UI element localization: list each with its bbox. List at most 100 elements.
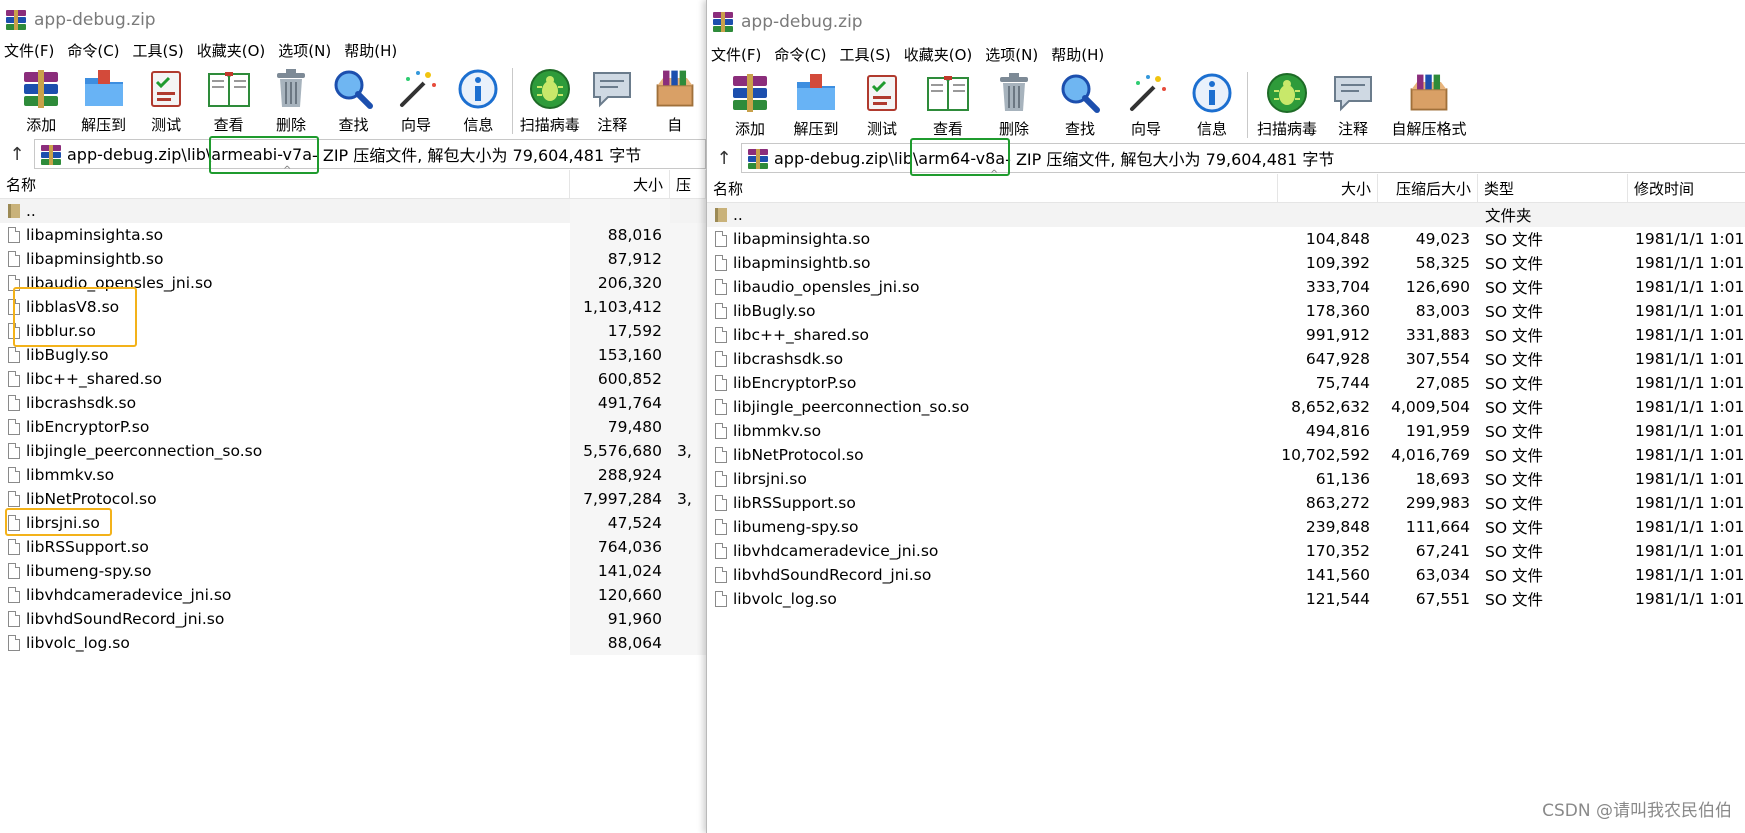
file-row[interactable]: libaudio_opensles_jni.so 206,320 — [0, 271, 706, 295]
file-row[interactable]: libc++_shared.so 991,912 331,883 SO 文件 1981/… — [707, 323, 1745, 347]
file-name: libumeng-spy.so — [733, 518, 859, 536]
file-row[interactable]: libEncryptorP.so 79,480 — [0, 415, 706, 439]
file-row[interactable]: libapminsightb.so 87,912 — [0, 247, 706, 271]
virus-scan-button[interactable]: 扫描病毒 — [1254, 70, 1320, 139]
file-packed-size — [670, 319, 706, 343]
file-row[interactable]: libcrashsdk.so 647,928 307,554 SO 文件 1981/1/… — [707, 347, 1745, 371]
file-packed-size — [670, 247, 706, 271]
file-row[interactable]: libblasV8.so 1,103,412 — [0, 295, 706, 319]
file-row[interactable]: libvhdSoundRecord_jni.so 91,960 — [0, 607, 706, 631]
file-row[interactable]: libvolc_log.so 88,064 — [0, 631, 706, 655]
file-row[interactable]: libcrashsdk.so 491,764 — [0, 391, 706, 415]
file-packed-size: 67,551 — [1415, 590, 1470, 608]
file-row[interactable]: libBugly.so 153,160 — [0, 343, 706, 367]
menu-favorites[interactable]: 收藏夹(O) — [197, 40, 266, 61]
virus-scan-icon — [1264, 70, 1310, 116]
file-packed-size — [670, 559, 706, 583]
file-row[interactable]: libapminsightb.so 109,392 58,325 SO 文件 1981/… — [707, 251, 1745, 275]
delete-button[interactable]: 删除 — [981, 70, 1047, 139]
parent-folder-row[interactable]: .. — [0, 199, 706, 223]
extract-to-button[interactable]: 解压到 — [72, 66, 134, 135]
file-row[interactable]: libjingle_peerconnection_so.so 5,576,680 3… — [0, 439, 706, 463]
menu-favorites[interactable]: 收藏夹(O) — [904, 44, 973, 65]
file-row[interactable]: librsjni.so 61,136 18,693 SO 文件 1981/1/1 1:0… — [707, 467, 1745, 491]
info-button[interactable]: 信息 — [447, 66, 509, 135]
menu-tools[interactable]: 工具(S) — [840, 44, 891, 65]
column-header-size[interactable]: 大小 — [1278, 174, 1378, 202]
file-name: libvhdSoundRecord_jni.so — [26, 610, 225, 628]
parent-folder-label: .. — [733, 206, 743, 224]
column-header-packed[interactable]: 压缩后大小 — [1378, 174, 1478, 202]
extract-to-button[interactable]: 解压到 — [783, 70, 849, 139]
file-packed-size — [670, 631, 706, 655]
delete-button[interactable]: 删除 — [260, 66, 322, 135]
test-button[interactable]: 测试 — [849, 70, 915, 139]
file-packed-size: 4,009,504 — [1391, 398, 1470, 416]
menu-tools[interactable]: 工具(S) — [133, 40, 184, 61]
find-button[interactable]: 查找 — [1047, 70, 1113, 139]
add-button[interactable]: 添加 — [10, 66, 72, 135]
file-row[interactable]: libvhdcameradevice_jni.so 170,352 67,241 SO… — [707, 539, 1745, 563]
file-row[interactable]: libNetProtocol.so 10,702,592 4,016,769 SO 文… — [707, 443, 1745, 467]
file-row[interactable]: libvolc_log.so 121,544 67,551 SO 文件 1981/1/1… — [707, 587, 1745, 611]
toolbar: 添加 解压到 测试 查看 删除 查找 向导 信息 扫描病毒 注释 自 — [0, 60, 706, 138]
up-arrow-icon[interactable]: ↑ — [0, 144, 34, 165]
comment-button[interactable]: 注释 — [1320, 70, 1386, 139]
winrar-app-icon — [6, 10, 26, 30]
file-row[interactable]: libRSSupport.so 863,272 299,983 SO 文件 1981/1… — [707, 491, 1745, 515]
address-bar[interactable]: app-debug.zip\lib\ armeabi-v7a - ZIP 压缩文件… — [34, 139, 706, 169]
file-row[interactable]: libEncryptorP.so 75,744 27,085 SO 文件 1981/1/… — [707, 371, 1745, 395]
file-row[interactable]: libvhdSoundRecord_jni.so 141,560 63,034 SO … — [707, 563, 1745, 587]
file-row[interactable]: libvhdcameradevice_jni.so 120,660 — [0, 583, 706, 607]
file-row[interactable]: librsjni.so 47,524 — [0, 511, 706, 535]
file-row[interactable]: libblur.so 17,592 — [0, 319, 706, 343]
view-button[interactable]: 查看 — [915, 70, 981, 139]
file-size: 120,660 — [570, 583, 670, 607]
path-suffix: - ZIP 压缩文件, 解包大小为 79,604,481 字节 — [1005, 150, 1335, 169]
toolbar-button-label: 信息 — [463, 116, 494, 134]
menu-command[interactable]: 命令(C) — [774, 44, 826, 65]
menu-file[interactable]: 文件(F) — [4, 40, 54, 61]
file-row[interactable]: libumeng-spy.so 239,848 111,664 SO 文件 1981/1… — [707, 515, 1745, 539]
column-header-name[interactable]: 名称 — [707, 174, 1278, 202]
virus-scan-button[interactable]: 扫描病毒 — [519, 66, 581, 135]
sfx-button[interactable]: 自解压格式 — [1386, 70, 1472, 139]
file-row[interactable]: libc++_shared.so 600,852 — [0, 367, 706, 391]
parent-folder-row[interactable]: .. 文件夹 — [707, 203, 1745, 227]
column-header-size[interactable]: 大小 — [570, 170, 670, 198]
file-row[interactable]: libjingle_peerconnection_so.so 8,652,632 4… — [707, 395, 1745, 419]
test-button[interactable]: 测试 — [135, 66, 197, 135]
info-button[interactable]: 信息 — [1179, 70, 1245, 139]
menu-options[interactable]: 选项(N) — [278, 40, 331, 61]
file-row[interactable]: libRSSupport.so 764,036 — [0, 535, 706, 559]
file-row[interactable]: libBugly.so 178,360 83,003 SO 文件 1981/1/1 1:… — [707, 299, 1745, 323]
sfx-button[interactable]: 自 — [643, 66, 705, 135]
file-mtime: 1981/1/1 1:01 — [1635, 398, 1745, 416]
file-row[interactable]: libmmkv.so 494,816 191,959 SO 文件 1981/1/1 1:… — [707, 419, 1745, 443]
file-name: libBugly.so — [26, 346, 109, 364]
add-button[interactable]: 添加 — [717, 70, 783, 139]
wizard-button[interactable]: 向导 — [385, 66, 447, 135]
address-bar[interactable]: app-debug.zip\lib\ arm64-v8a - ZIP 压缩文件, … — [741, 143, 1745, 173]
menu-help[interactable]: 帮助(H) — [1051, 44, 1104, 65]
menu-file[interactable]: 文件(F) — [711, 44, 761, 65]
file-row[interactable]: libapminsighta.so 88,016 — [0, 223, 706, 247]
find-button[interactable]: 查找 — [322, 66, 384, 135]
comment-button[interactable]: 注释 — [581, 66, 643, 135]
file-row[interactable]: libmmkv.so 288,924 — [0, 463, 706, 487]
menu-options[interactable]: 选项(N) — [985, 44, 1038, 65]
file-row[interactable]: libaudio_opensles_jni.so 333,704 126,690 SO… — [707, 275, 1745, 299]
column-header-name[interactable]: 名称 — [0, 170, 570, 198]
file-row[interactable]: libNetProtocol.so 7,997,284 3, — [0, 487, 706, 511]
column-header-mtime[interactable]: 修改时间 — [1628, 174, 1745, 202]
menu-help[interactable]: 帮助(H) — [344, 40, 397, 61]
column-header-type[interactable]: 类型 — [1478, 174, 1628, 202]
file-icon — [8, 419, 20, 435]
up-arrow-icon[interactable]: ↑ — [707, 148, 741, 169]
column-header-packed[interactable]: 压 — [670, 170, 706, 198]
view-button[interactable]: 查看 — [197, 66, 259, 135]
menu-command[interactable]: 命令(C) — [67, 40, 119, 61]
file-row[interactable]: libapminsighta.so 104,848 49,023 SO 文件 1981/… — [707, 227, 1745, 251]
wizard-button[interactable]: 向导 — [1113, 70, 1179, 139]
file-row[interactable]: libumeng-spy.so 141,024 — [0, 559, 706, 583]
